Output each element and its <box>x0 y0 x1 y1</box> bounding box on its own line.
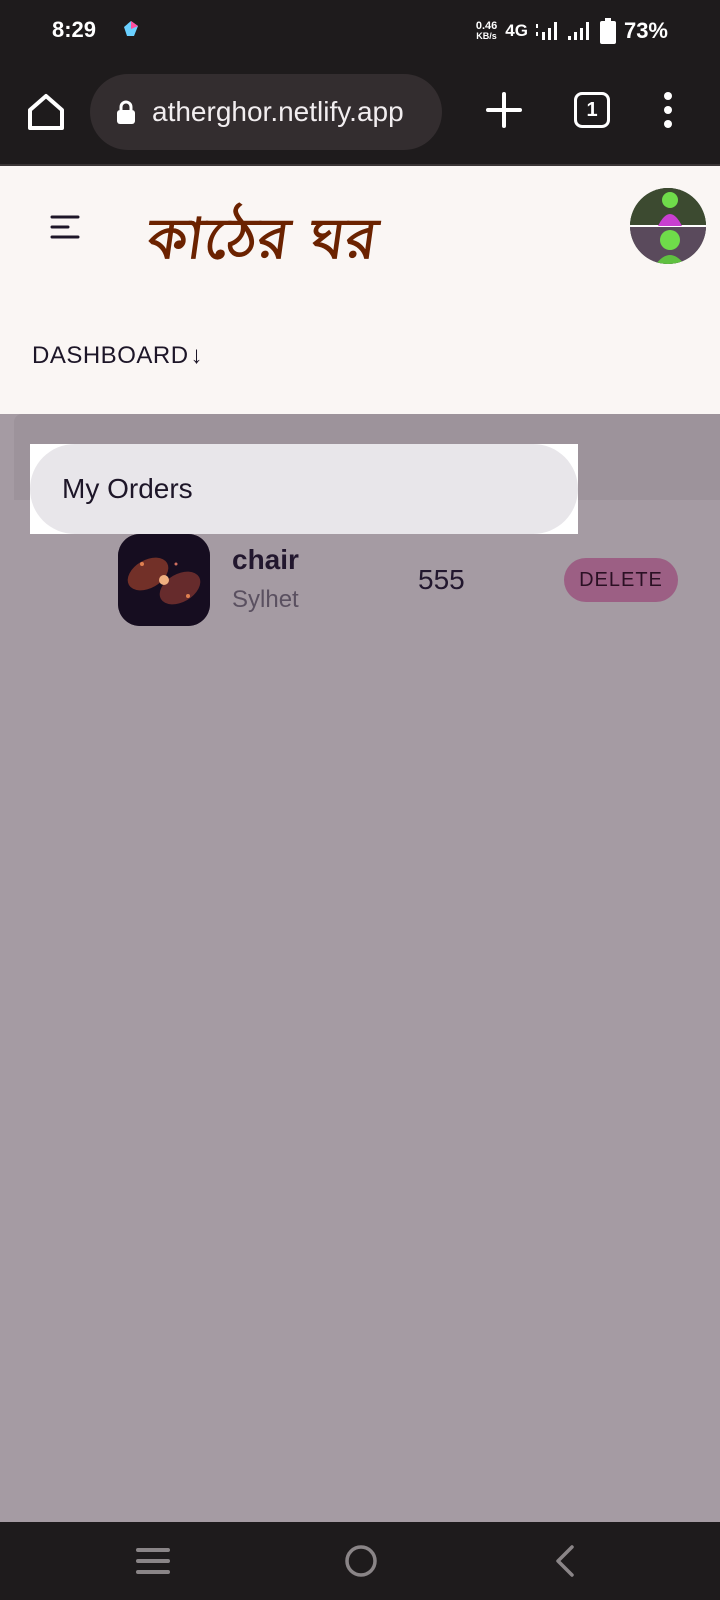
user-avatar[interactable] <box>630 188 706 264</box>
home-icon[interactable] <box>24 90 68 134</box>
site-logo[interactable]: কাঠের ঘর <box>141 196 384 290</box>
battery-icon <box>599 18 616 44</box>
home-circle-icon[interactable] <box>344 1544 378 1578</box>
status-bar: 8:29 0.46 KB/s 4G 73% <box>0 0 720 62</box>
recent-apps-icon[interactable] <box>136 1546 170 1576</box>
my-orders-menu-item-wrapper: My Orders <box>30 444 578 534</box>
site-header: কাঠের ঘর DASHBOARD↓ <box>0 166 720 414</box>
network-speed-unit: KB/s <box>476 31 497 41</box>
menu-icon[interactable] <box>50 214 80 240</box>
dashboard-dropdown[interactable]: DASHBOARD↓ <box>32 342 203 370</box>
network-type: 4G <box>505 21 528 40</box>
order-location: Sylhet <box>232 586 299 613</box>
new-tab-icon[interactable] <box>484 90 524 130</box>
avatar-image <box>630 188 706 264</box>
status-indicators: 0.46 KB/s 4G 73% <box>476 14 668 48</box>
tab-count: 1 <box>586 98 598 121</box>
network-speed: 0.46 KB/s <box>475 20 498 42</box>
order-thumbnail <box>118 534 210 626</box>
delete-order-button[interactable]: DELETE <box>564 558 678 602</box>
app-notification-icon <box>124 21 138 36</box>
signal-icon <box>535 22 557 40</box>
battery-percent: 73% <box>623 18 668 43</box>
product-image <box>118 534 210 626</box>
arrow-down-icon: ↓ <box>190 342 204 369</box>
network-speed-value: 0.46 <box>475 20 498 32</box>
signal-icon-secondary <box>567 22 589 40</box>
order-product-name: chair <box>232 544 299 575</box>
status-time: 8:29 <box>52 17 97 42</box>
browser-toolbar: atherghor.netlify.app 1 <box>0 62 720 166</box>
more-options-icon[interactable] <box>656 90 680 130</box>
lock-icon <box>117 100 135 124</box>
dashboard-label: DASHBOARD <box>32 342 189 369</box>
web-page: কাঠের ঘর DASHBOARD↓ My Orders chair Sylh… <box>0 166 720 1522</box>
back-icon[interactable] <box>554 1544 576 1578</box>
address-bar[interactable]: atherghor.netlify.app <box>90 74 442 150</box>
tab-switcher-button[interactable]: 1 <box>574 92 610 128</box>
my-orders-label: My Orders <box>62 473 193 504</box>
order-row: chair Sylhet 555 DELETE <box>118 534 678 626</box>
url-text: atherghor.netlify.app <box>152 96 404 127</box>
my-orders-menu-item[interactable]: My Orders <box>30 444 578 534</box>
system-navigation-bar <box>0 1522 720 1600</box>
order-price: 555 <box>418 564 465 595</box>
